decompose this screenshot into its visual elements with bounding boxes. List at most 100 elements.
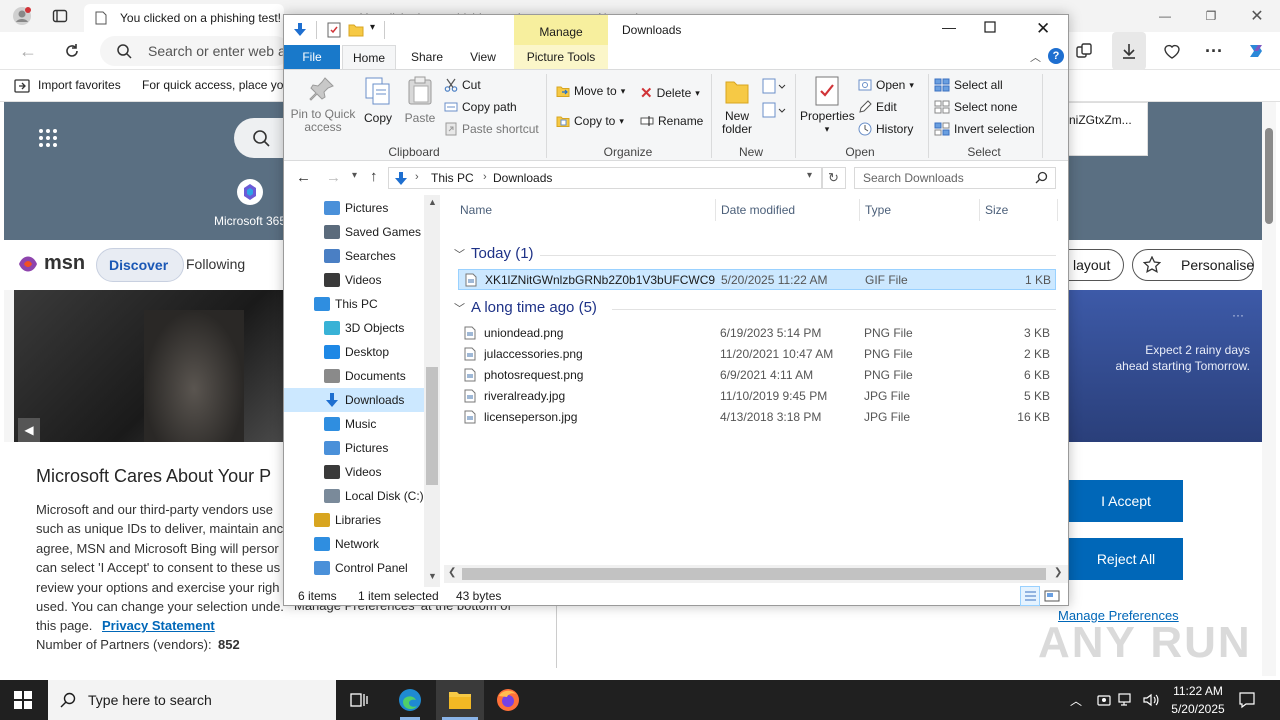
nav-item-pictures[interactable]: Pictures bbox=[284, 196, 424, 220]
tab-picture-tools[interactable]: Picture Tools bbox=[514, 45, 608, 69]
tab-discover[interactable]: Discover bbox=[96, 248, 184, 282]
tab-share[interactable]: Share bbox=[404, 45, 450, 69]
address-box[interactable]: › This PC › Downloads ▾ bbox=[388, 167, 822, 189]
scrollbar-thumb[interactable] bbox=[1265, 128, 1273, 224]
tab-home[interactable]: Home bbox=[342, 45, 396, 69]
customize-qat-icon[interactable]: ▾ bbox=[370, 22, 375, 33]
group-header[interactable]: ﹀ A long time ago (5) bbox=[454, 299, 597, 316]
manage-context-tab[interactable]: Manage bbox=[514, 15, 608, 45]
accept-button[interactable]: I Accept bbox=[1069, 480, 1183, 522]
tab-view[interactable]: View bbox=[460, 45, 506, 69]
breadcrumb-chevron-icon[interactable]: › bbox=[483, 171, 487, 183]
scroll-up-icon[interactable]: ▲ bbox=[428, 197, 437, 207]
carousel-prev-icon[interactable]: ◀ bbox=[18, 418, 40, 442]
new-folder-button[interactable]: New folder bbox=[716, 76, 758, 136]
taskbar-search-box[interactable]: Type here to search bbox=[48, 680, 336, 720]
address-bar[interactable]: Search or enter web a bbox=[100, 36, 290, 66]
restore-browser-icon[interactable]: ❐ bbox=[1196, 4, 1226, 28]
collapse-group-icon[interactable]: ﹀ bbox=[454, 246, 465, 262]
search-downloads-box[interactable]: Search Downloads bbox=[854, 167, 1056, 189]
page-scrollbar[interactable] bbox=[1262, 102, 1276, 676]
file-row[interactable]: julaccessories.png 11/20/2021 10:47 AM PNG… bbox=[458, 344, 1056, 365]
select-all-button[interactable]: Select all bbox=[934, 78, 1003, 92]
scroll-left-icon[interactable]: ❮ bbox=[448, 567, 456, 578]
nav-item-control-panel[interactable]: Control Panel bbox=[284, 556, 424, 580]
nav-item-downloads[interactable]: Downloads bbox=[284, 388, 424, 412]
collapse-group-icon[interactable]: ﹀ bbox=[454, 300, 465, 316]
reject-all-button[interactable]: Reject All bbox=[1069, 538, 1183, 580]
scroll-right-icon[interactable]: ❯ bbox=[1054, 567, 1062, 578]
volume-icon[interactable] bbox=[1142, 691, 1160, 709]
weather-more-icon[interactable]: ··· bbox=[1232, 308, 1244, 322]
privacy-statement-link[interactable]: Privacy Statement bbox=[102, 618, 215, 633]
nav-item-saved-games[interactable]: Saved Games bbox=[284, 220, 424, 244]
copilot-icon[interactable] bbox=[1242, 38, 1270, 64]
new-folder-qat-icon[interactable] bbox=[348, 22, 364, 38]
nav-item-this-pc[interactable]: This PC bbox=[284, 292, 424, 316]
cut-button[interactable]: Cut bbox=[444, 78, 481, 92]
minimize-browser-icon[interactable]: — bbox=[1150, 4, 1180, 28]
nav-scrollbar-thumb[interactable] bbox=[426, 367, 438, 485]
move-to-button[interactable]: Move to ▾ bbox=[556, 84, 625, 98]
notifications-icon[interactable] bbox=[1238, 691, 1256, 709]
back-icon[interactable]: ← bbox=[14, 38, 42, 64]
nav-item-network[interactable]: Network bbox=[284, 532, 424, 556]
edge-taskbar-icon[interactable] bbox=[386, 680, 434, 720]
paste-button[interactable]: Paste bbox=[402, 76, 438, 125]
tab-file[interactable]: File bbox=[284, 45, 340, 69]
file-row[interactable]: XK1lZNitGWnlzbGRNb2Z0b1V3bUFCWC9... 5/20/… bbox=[458, 269, 1056, 290]
nav-item-desktop[interactable]: Desktop bbox=[284, 340, 424, 364]
minimize-icon[interactable]: — bbox=[934, 19, 964, 41]
nav-forward-icon[interactable]: → bbox=[326, 169, 341, 186]
hscroll-thumb[interactable] bbox=[462, 568, 1046, 580]
new-item-icon[interactable] bbox=[762, 78, 786, 96]
more-options-icon[interactable]: ··· bbox=[1200, 38, 1228, 64]
nav-item-music[interactable]: Music bbox=[284, 412, 424, 436]
group-header[interactable]: ﹀ Today (1) bbox=[454, 245, 534, 262]
nav-up-icon[interactable]: ↑ bbox=[370, 168, 378, 185]
personalise-button[interactable]: Personalise bbox=[1132, 249, 1254, 281]
file-explorer-taskbar-icon[interactable] bbox=[436, 680, 484, 720]
nav-item-searches[interactable]: Searches bbox=[284, 244, 424, 268]
copy-button[interactable]: Copy bbox=[360, 76, 396, 125]
large-icons-view-icon[interactable] bbox=[1044, 588, 1060, 604]
column-type[interactable]: Type bbox=[865, 203, 891, 217]
breadcrumb-this-pc[interactable]: This PC bbox=[431, 171, 474, 185]
history-button[interactable]: History bbox=[858, 122, 913, 136]
copy-path-button[interactable]: Copy path bbox=[444, 100, 517, 114]
nav-item-documents[interactable]: Documents bbox=[284, 364, 424, 388]
microsoft-365-icon[interactable] bbox=[236, 178, 264, 206]
column-date-modified[interactable]: Date modified bbox=[721, 203, 795, 217]
help-icon[interactable]: ? bbox=[1048, 48, 1064, 64]
downloads-icon[interactable] bbox=[1112, 32, 1146, 70]
tab-actions-icon[interactable] bbox=[46, 4, 74, 28]
show-hidden-icons-icon[interactable]: ︿ bbox=[1070, 692, 1082, 709]
paste-shortcut-button[interactable]: Paste shortcut bbox=[444, 122, 539, 136]
file-row[interactable]: licenseperson.jpg 4/13/2018 3:18 PM JPG Fi… bbox=[458, 407, 1056, 428]
nav-back-icon[interactable]: ← bbox=[296, 169, 311, 186]
network-status-icon[interactable] bbox=[1118, 692, 1136, 708]
column-name[interactable]: Name bbox=[460, 203, 492, 217]
close-browser-icon[interactable]: ✕ bbox=[1242, 4, 1272, 28]
browser-essentials-icon[interactable] bbox=[1158, 38, 1186, 64]
pin-quick-access-button[interactable]: Pin to Quick access bbox=[290, 76, 356, 134]
details-view-icon[interactable] bbox=[1020, 586, 1040, 606]
nav-item-3d-objects[interactable]: 3D Objects bbox=[284, 316, 424, 340]
collapse-ribbon-icon[interactable]: ︿ bbox=[1030, 49, 1041, 65]
delete-button[interactable]: ✕ Delete ▾ bbox=[640, 84, 700, 102]
tab-following[interactable]: Following bbox=[186, 256, 245, 272]
nav-item-pictures[interactable]: Pictures bbox=[284, 436, 424, 460]
collections-icon[interactable] bbox=[1070, 38, 1098, 64]
file-list-scrollbar[interactable]: ❮ ❯ bbox=[444, 565, 1068, 583]
nav-pane-scrollbar[interactable]: ▲ ▼ bbox=[424, 195, 440, 587]
select-none-button[interactable]: Select none bbox=[934, 100, 1017, 114]
nav-item-local-disk-c[interactable]: Local Disk (C:) bbox=[284, 484, 424, 508]
clock-time[interactable]: 11:22 AM bbox=[1168, 684, 1228, 698]
close-icon[interactable]: ✕ bbox=[1036, 19, 1050, 39]
easy-access-icon[interactable] bbox=[762, 102, 786, 120]
nav-item-videos[interactable]: Videos bbox=[284, 460, 424, 484]
clock-date[interactable]: 5/20/2025 bbox=[1164, 702, 1232, 716]
browser-tab-1[interactable]: You clicked on a phishing test! bbox=[84, 4, 284, 32]
properties-button[interactable]: Properties ▾ bbox=[800, 76, 855, 136]
scroll-down-icon[interactable]: ▼ bbox=[428, 571, 437, 581]
